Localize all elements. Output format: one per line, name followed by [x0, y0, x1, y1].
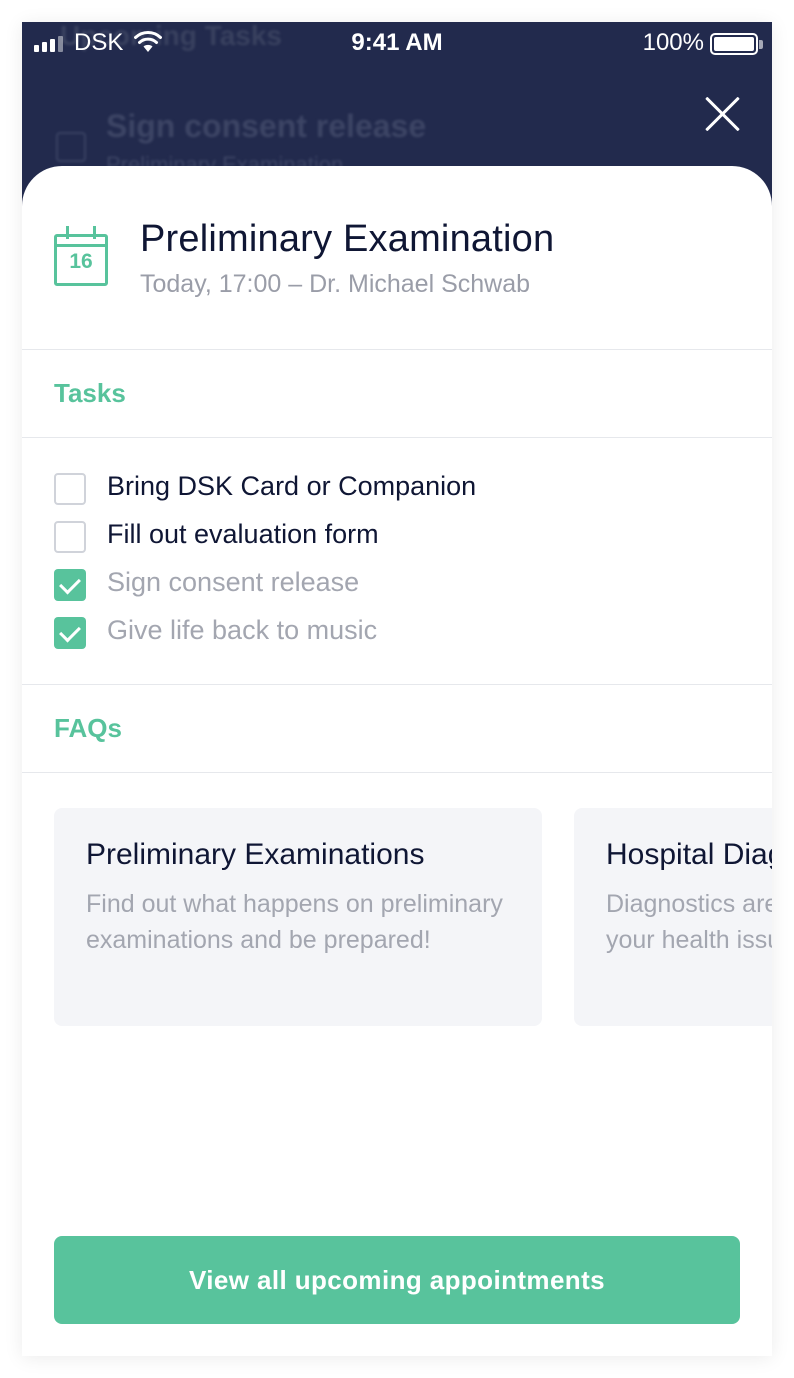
appointment-subtitle: Today, 17:00 – Dr. Michael Schwab	[140, 270, 531, 298]
faq-card-title: Hospital Diagnostics	[606, 838, 772, 871]
task-label: Fill out evaluation form	[107, 519, 379, 549]
task-item[interactable]: Fill out evaluation form	[54, 519, 734, 555]
tasks-heading: Tasks	[54, 378, 126, 408]
faq-card-description: Diagnostics are a good way to know your …	[606, 890, 772, 954]
task-label: Bring DSK Card or Companion	[107, 471, 477, 501]
faq-card-title: Preliminary Examinations	[86, 838, 425, 871]
faq-card-description: Find out what happens on preliminary exa…	[86, 890, 503, 954]
task-item[interactable]: Give life back to music	[54, 615, 734, 651]
close-icon[interactable]	[702, 94, 742, 134]
calendar-icon: 16	[54, 226, 108, 286]
battery-percent: 100%	[642, 29, 704, 56]
faqs-section-header: FAQs	[22, 684, 772, 773]
faq-card[interactable]: Preliminary Examinations Find out what h…	[54, 808, 542, 1026]
calendar-day: 16	[69, 250, 93, 273]
checkbox-checked-icon[interactable]	[54, 569, 86, 601]
background-task: Sign consent release	[106, 108, 427, 144]
faq-card[interactable]: Hospital Diagnostics Diagnostics are a g…	[574, 808, 772, 1026]
faqs-heading: FAQs	[54, 713, 122, 743]
battery-cap	[759, 40, 763, 49]
appointment-sheet: 16 Preliminary Examination Today, 17:00 …	[22, 166, 772, 1356]
checkbox-unchecked[interactable]	[54, 473, 86, 505]
task-item[interactable]: Bring DSK Card or Companion	[54, 471, 734, 507]
checkbox-unchecked[interactable]	[54, 521, 86, 553]
task-label: Give life back to music	[107, 615, 378, 645]
task-item[interactable]: Sign consent release	[54, 567, 734, 603]
background-checkbox	[56, 132, 86, 162]
view-appointments-button[interactable]: View all upcoming appointments	[54, 1236, 740, 1324]
battery-icon	[710, 33, 758, 55]
task-label: Sign consent release	[107, 567, 360, 597]
appointment-header: 16 Preliminary Examination Today, 17:00 …	[22, 166, 772, 350]
tasks-section-header: Tasks	[22, 350, 772, 438]
faq-carousel[interactable]: Preliminary Examinations Find out what h…	[54, 808, 772, 1026]
appointment-title: Preliminary Examination	[140, 218, 555, 260]
checkbox-checked-icon[interactable]	[54, 617, 86, 649]
phone-screen: Upcoming Tasks Sign consent release Prel…	[22, 22, 772, 1356]
status-bar: DSK 9:41 AM 100%	[22, 22, 772, 66]
